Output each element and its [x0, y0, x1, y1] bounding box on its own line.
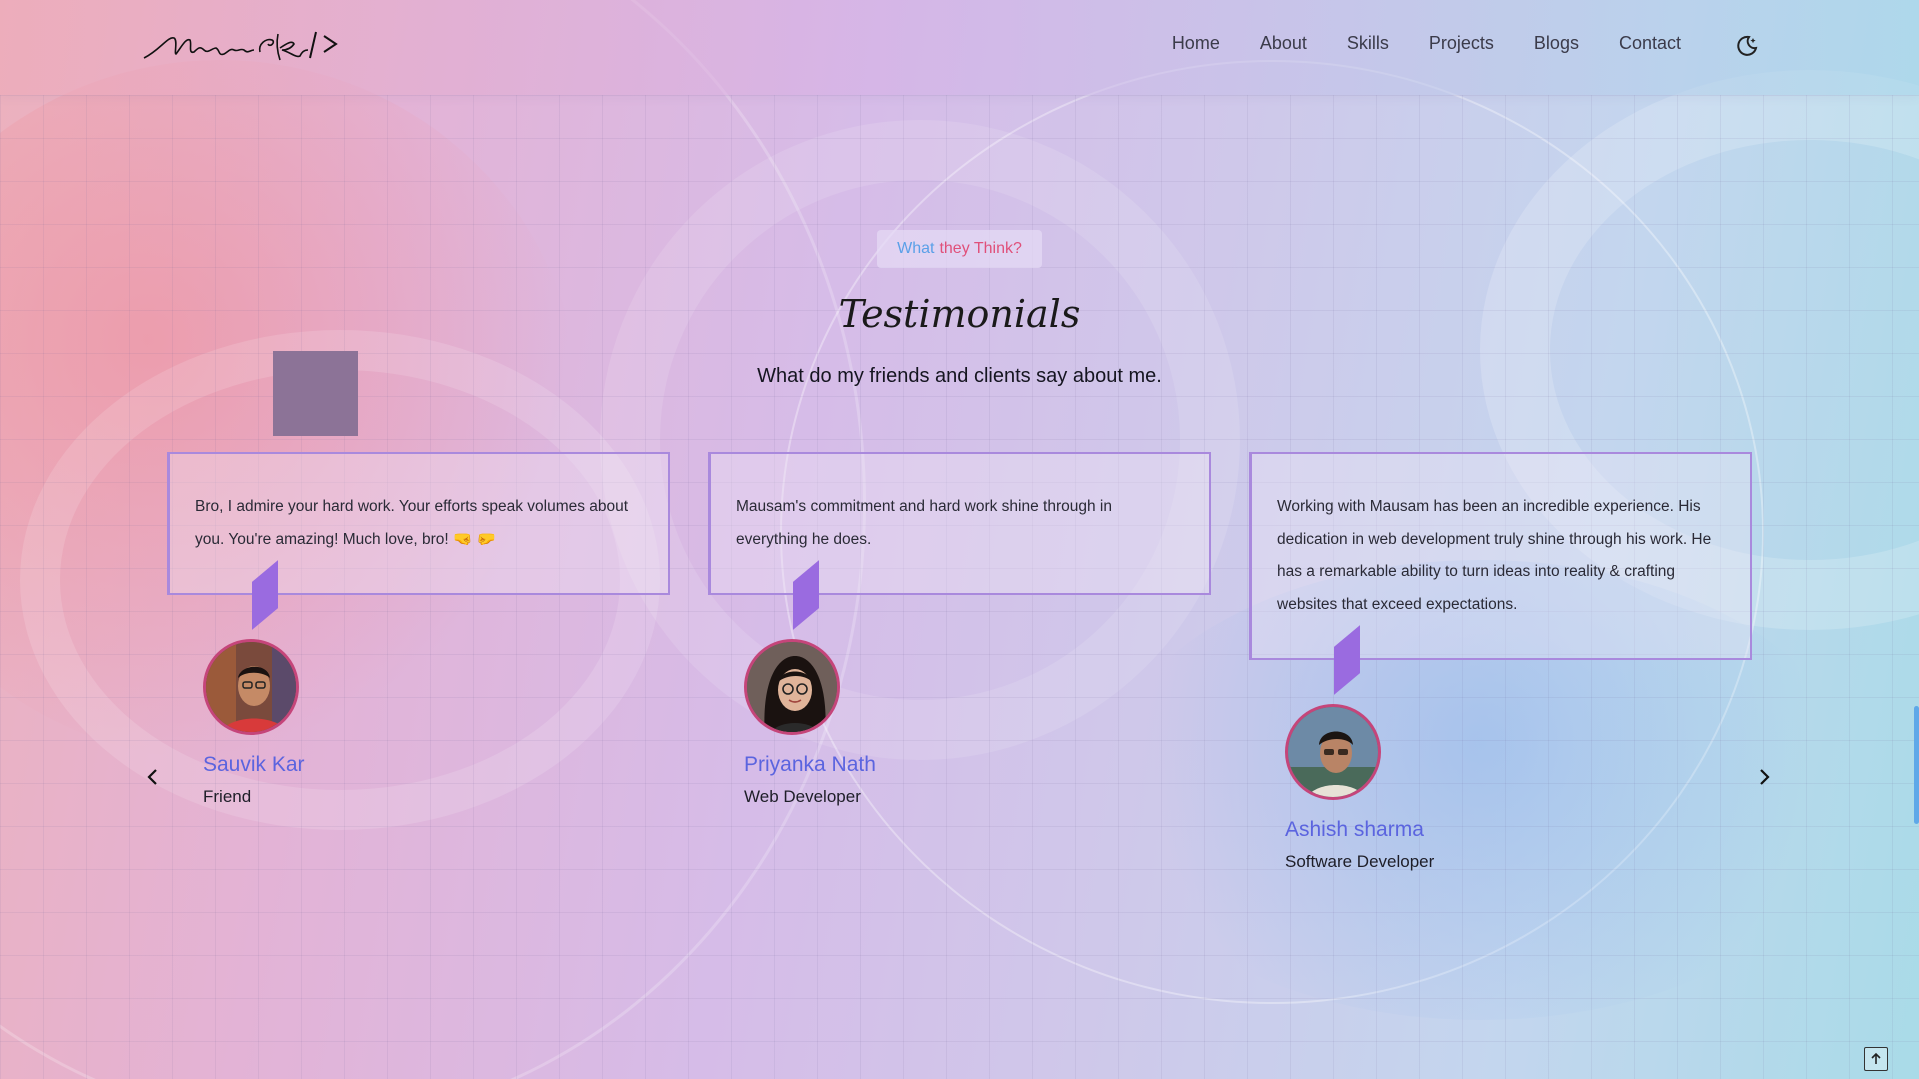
testimonial-card: Mausam's commitment and hard work shine … — [708, 452, 1211, 630]
eyebrow-part-2: they Think? — [939, 240, 1022, 257]
carousel-next-button[interactable] — [1752, 765, 1776, 789]
testimonial-name: Sauvik Kar — [203, 753, 305, 776]
nav-projects[interactable]: Projects — [1429, 33, 1494, 54]
nav-about[interactable]: About — [1260, 33, 1307, 54]
speech-tail — [252, 560, 278, 630]
section-title: Testimonials — [838, 292, 1081, 336]
speech-tail — [1334, 625, 1360, 695]
testimonial-card: Bro, I admire your hard work. Your effor… — [167, 452, 670, 630]
testimonial-name: Ashish sharma — [1285, 818, 1424, 841]
testimonial-quote: Mausam's commitment and hard work shine … — [736, 498, 1112, 548]
chevron-right-icon — [1760, 769, 1770, 785]
nav-contact[interactable]: Contact — [1619, 33, 1681, 54]
scroll-to-top-button[interactable] — [1864, 1047, 1888, 1071]
theme-toggle-button[interactable] — [1735, 34, 1759, 58]
avatar — [203, 639, 299, 735]
section-eyebrow: What they Think? — [877, 230, 1042, 268]
testimonial-item: Bro, I admire your hard work. Your effor… — [167, 452, 670, 807]
avatar — [1285, 704, 1381, 800]
testimonial-role: Web Developer — [744, 787, 861, 806]
nav-skills[interactable]: Skills — [1347, 33, 1389, 54]
eyebrow-part-1: What — [897, 240, 935, 257]
nav-blogs[interactable]: Blogs — [1534, 33, 1579, 54]
decorative-square — [273, 351, 358, 436]
logo-signature — [143, 31, 338, 61]
testimonial-role: Software Developer — [1285, 852, 1435, 871]
nav-home[interactable]: Home — [1172, 33, 1220, 54]
speech-tail — [793, 560, 819, 630]
navbar: Home About Skills Projects Blogs Contact — [0, 0, 1919, 95]
testimonial-item: Mausam's commitment and hard work shine … — [708, 452, 1211, 807]
carousel-prev-button[interactable] — [141, 765, 165, 789]
main-nav: Home About Skills Projects Blogs Contact — [1172, 33, 1681, 54]
scrollbar-thumb[interactable] — [1914, 706, 1919, 824]
testimonial-card: Working with Mausam has been an incredib… — [1249, 452, 1752, 695]
testimonial-quote: Working with Mausam has been an incredib… — [1277, 498, 1712, 613]
testimonial-quote: Bro, I admire your hard work. Your effor… — [195, 498, 629, 548]
testimonial-name: Priyanka Nath — [744, 753, 876, 776]
arrow-up-icon — [1871, 1052, 1881, 1064]
moon-icon — [1737, 35, 1758, 56]
testimonial-role: Friend — [203, 787, 252, 806]
chevron-left-icon — [147, 769, 157, 785]
site-logo[interactable] — [140, 26, 345, 66]
section-subtitle: What do my friends and clients say about… — [757, 365, 1162, 387]
testimonial-item: Working with Mausam has been an incredib… — [1249, 452, 1752, 872]
avatar — [744, 639, 840, 735]
